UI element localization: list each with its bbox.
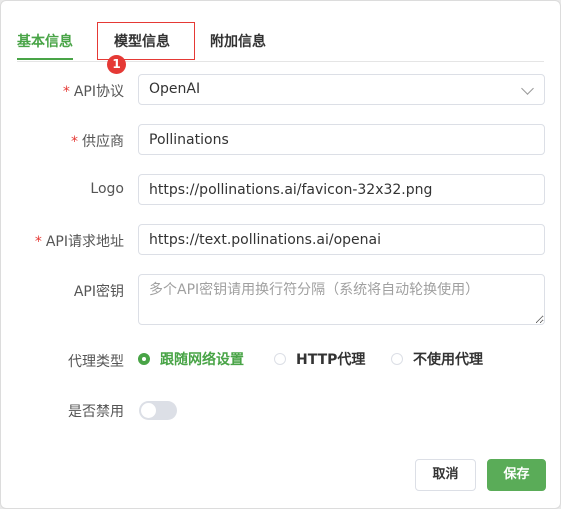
save-button[interactable]: 保存 [487,459,546,491]
annotation-highlight-box [97,22,195,60]
radio-http-proxy[interactable]: HTTP代理 [274,349,365,369]
api-key-label: API密钥 [73,284,124,300]
tab-basic-info[interactable]: 基本信息 [17,31,73,51]
toggle-knob [141,403,156,418]
provider-input[interactable] [138,124,545,155]
disabled-label: 是否禁用 [68,404,124,420]
disabled-toggle[interactable] [139,401,177,420]
tab-extra-info[interactable]: 附加信息 [210,31,266,51]
logo-label: Logo [90,181,124,197]
required-marker: * [62,84,70,100]
provider-dialog: 基本信息 模型信息 附加信息 1 *API协议 OpenAI *供应商 Logo… [0,0,561,509]
radio-no-proxy[interactable]: 不使用代理 [391,349,483,369]
api-key-textarea[interactable] [138,274,545,325]
cancel-button[interactable]: 取消 [415,459,476,491]
required-marker: * [71,134,78,150]
radio-unchecked-icon [391,353,403,365]
required-marker: * [34,234,42,250]
radio-checked-icon [138,353,150,365]
api-url-label: * API请求地址 [34,234,124,250]
chevron-down-icon [521,82,534,95]
proxy-type-label: 代理类型 [68,354,124,370]
logo-input[interactable] [138,174,545,205]
annotation-badge: 1 [107,55,126,74]
provider-label: * 供应商 [71,134,124,150]
api-protocol-value: OpenAI [149,81,201,97]
radio-unchecked-icon [274,353,286,365]
active-tab-indicator [17,58,73,60]
api-url-input[interactable] [138,224,545,255]
radio-follow-network[interactable]: 跟随网络设置 [138,349,244,369]
api-protocol-select[interactable]: OpenAI [138,74,545,105]
api-protocol-label: * API协议 [62,84,124,100]
